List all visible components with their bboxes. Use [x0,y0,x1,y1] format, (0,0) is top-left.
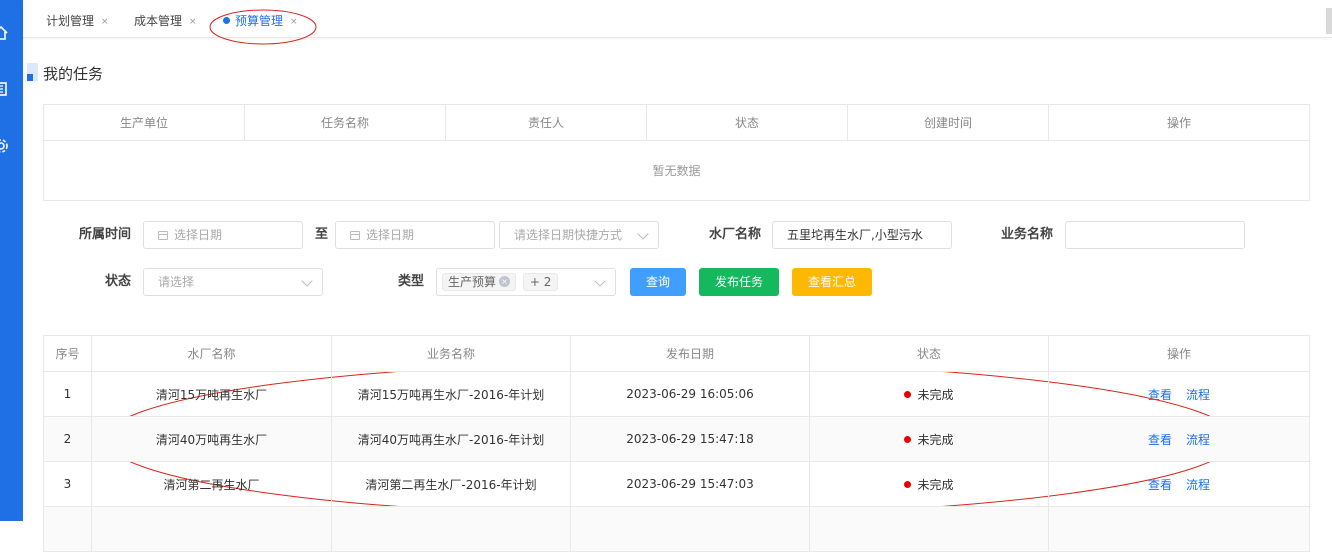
view-link[interactable]: 查看 [1148,388,1172,402]
status-dot-icon [904,435,912,443]
table-row[interactable]: 3 清河第二再生水厂 清河第二再生水厂-2016-年计划 2023-06-29 … [43,461,1310,507]
flow-link[interactable]: 流程 [1186,433,1210,447]
row-date: 2023-06-29 16:05:06 [570,371,810,417]
row-biz: 清河40万吨再生水厂-2016-年计划 [331,416,571,462]
chevron-down-icon [637,228,649,240]
column-header: 状态 [809,335,1049,372]
view-link[interactable]: 查看 [1148,478,1172,492]
chevron-down-icon [594,275,606,287]
main-content: 我的任务 生产单位 任务名称 责任人 状态 创建时间 操作 暂无数据 所属时间 … [23,38,1332,552]
row-date: 2023-06-29 15:47:03 [570,461,810,507]
column-header: 生产单位 [43,104,245,141]
section-title: 我的任务 [27,63,104,84]
start-date-input[interactable]: 选择日期 [143,221,303,249]
row-actions: 查看 流程 [1048,461,1310,507]
end-date-placeholder: 选择日期 [366,228,415,242]
table-row [43,506,1310,552]
end-date-input[interactable]: 选择日期 [335,221,495,249]
section-marker [27,63,38,81]
flow-link[interactable]: 流程 [1186,388,1210,402]
plant-label: 水厂名称 [708,227,761,242]
status-placeholder: 请选择 [158,275,195,289]
view-link[interactable]: 查看 [1148,433,1172,447]
chevron-down-icon [301,275,313,287]
row-plant: 清河15万吨再生水厂 [91,371,332,417]
status-select[interactable]: 请选择 [143,268,323,296]
calendar-icon [158,231,168,240]
row-no: 3 [43,461,92,507]
column-header: 序号 [43,335,92,372]
column-header: 任务名称 [244,104,446,141]
calendar-icon [350,231,360,240]
type-tag-label: 生产预算 [448,275,497,289]
status-text: 未完成 [917,387,954,402]
row-actions: 查看 流程 [1048,416,1310,462]
row-status: 未完成 [809,371,1049,417]
row-status: 未完成 [809,416,1049,462]
column-header: 发布日期 [570,335,810,372]
column-header: 操作 [1048,335,1310,372]
type-select[interactable]: 生产预算 × + 2 [436,268,616,296]
row-plant: 清河第二再生水厂 [91,461,332,507]
status-dot-icon [904,480,912,488]
task-table: 生产单位 任务名称 责任人 状态 创建时间 操作 暂无数据 [43,104,1310,201]
table-header-row: 生产单位 任务名称 责任人 状态 创建时间 操作 [43,104,1310,141]
biz-label: 业务名称 [1000,227,1053,242]
tag-close-icon[interactable]: × [499,276,511,287]
empty-text: 暂无数据 [43,140,1310,201]
column-header: 责任人 [445,104,647,141]
section-title-text: 我的任务 [43,65,104,83]
row-status: 未完成 [809,461,1049,507]
column-header: 业务名称 [331,335,571,372]
table-row[interactable]: 2 清河40万吨再生水厂 清河40万吨再生水厂-2016-年计划 2023-06… [43,416,1310,462]
column-header: 操作 [1048,104,1310,141]
row-plant: 清河40万吨再生水厂 [91,416,332,462]
date-shortcut-select[interactable]: 请选择日期快捷方式 [499,221,659,249]
column-header: 水厂名称 [91,335,332,372]
row-biz: 清河15万吨再生水厂-2016-年计划 [331,371,571,417]
plant-select[interactable]: 五里坨再生水厂,小型污水 [772,221,952,249]
type-more-tag: + 2 [522,273,559,291]
type-label: 类型 [397,274,424,289]
column-header: 创建时间 [847,104,1049,141]
start-date-placeholder: 选择日期 [174,228,223,242]
column-header: 状态 [646,104,848,141]
row-no: 2 [43,416,92,462]
data-table: 序号 水厂名称 业务名称 发布日期 状态 操作 1 清河15万吨再生水厂 清河1… [43,335,1310,552]
row-actions: 查看 流程 [1048,371,1310,417]
flow-link[interactable]: 流程 [1186,478,1210,492]
status-label: 状态 [104,274,131,289]
to-label: 至 [314,227,328,242]
status-text: 未完成 [917,432,954,447]
summary-button[interactable]: 查看汇总 [792,268,872,296]
row-biz: 清河第二再生水厂-2016-年计划 [331,461,571,507]
row-no: 1 [43,371,92,417]
table-header-row: 序号 水厂名称 业务名称 发布日期 状态 操作 [43,335,1310,372]
status-dot-icon [904,390,912,398]
date-shortcut-placeholder: 请选择日期快捷方式 [514,228,623,242]
status-text: 未完成 [917,477,954,492]
query-button[interactable]: 查询 [630,268,686,296]
row-date: 2023-06-29 15:47:18 [570,416,810,462]
table-row[interactable]: 1 清河15万吨再生水厂 清河15万吨再生水厂-2016-年计划 2023-06… [43,371,1310,417]
biz-input[interactable] [1065,221,1245,249]
time-label: 所属时间 [78,227,131,242]
type-tag: 生产预算 × [442,273,517,291]
publish-button[interactable]: 发布任务 [699,268,779,296]
